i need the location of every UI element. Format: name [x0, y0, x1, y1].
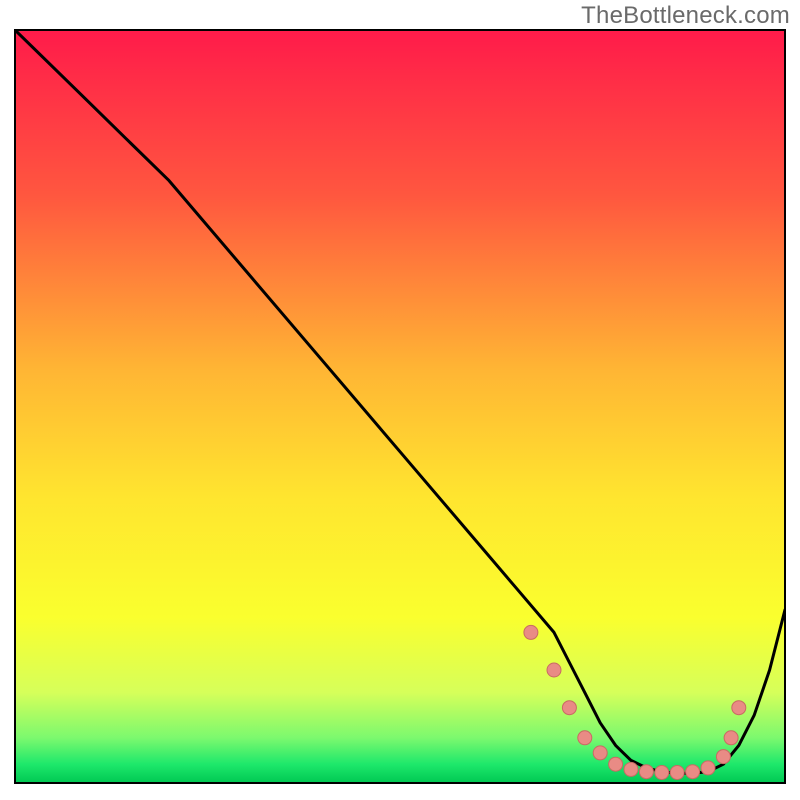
curve-marker [716, 750, 730, 764]
curve-marker [609, 757, 623, 771]
curve-marker [701, 761, 715, 775]
curve-marker [670, 766, 684, 780]
bottleneck-chart [0, 0, 800, 800]
watermark-text: TheBottleneck.com [581, 2, 790, 30]
curve-marker [639, 765, 653, 779]
curve-marker [593, 746, 607, 760]
curve-marker [655, 766, 669, 780]
curve-marker [686, 765, 700, 779]
curve-marker [624, 762, 638, 776]
curve-marker [578, 731, 592, 745]
curve-marker [524, 625, 538, 639]
curve-marker [547, 663, 561, 677]
curve-marker [724, 731, 738, 745]
curve-marker [732, 701, 746, 715]
chart-stage: TheBottleneck.com [0, 0, 800, 800]
curve-marker [562, 701, 576, 715]
